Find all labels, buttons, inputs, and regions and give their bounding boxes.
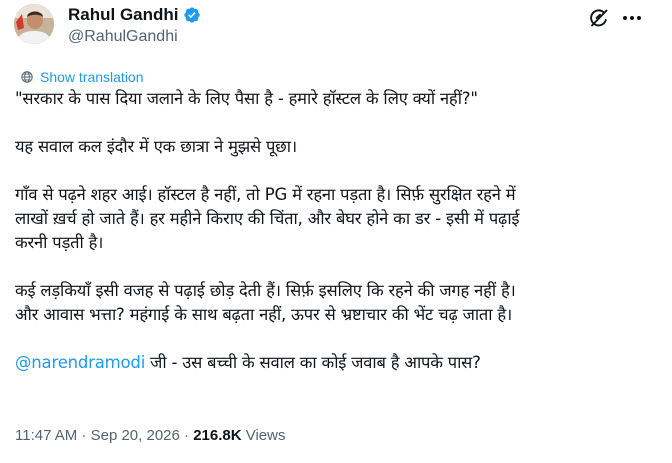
tweet-line-8-text: जी - उस बच्ची के सवाल का कोई जवाब है आपक… — [145, 353, 481, 372]
tweet-line-4: लाखों ख़र्च हो जाते हैं। हर महीने किराए … — [15, 209, 520, 228]
meta-separator: · — [179, 427, 194, 444]
tweet-line-7: और आवास भत्ता? महंगाई के साथ बढ़ता नहीं,… — [15, 305, 513, 324]
tweet-line-6: कई लड़कियाँ इसी वजह से पढ़ाई छोड़ देती ह… — [15, 281, 516, 300]
verified-badge-icon[interactable] — [183, 6, 201, 24]
tweet-line-2: यह सवाल कल इंदौर में एक छात्रा ने मुझसे … — [15, 137, 297, 156]
more-options-icon[interactable] — [620, 6, 644, 30]
show-translation-label: Show translation — [40, 69, 144, 85]
views-count: 216.8K — [193, 427, 242, 444]
meta-separator: · — [77, 427, 91, 444]
mention-link[interactable]: @narendramodi — [15, 353, 145, 372]
views-label: Views — [241, 427, 286, 444]
author-name-row: Rahul Gandhi — [68, 5, 201, 25]
tweet-line-3: गाँव से पढ़ने शहर आई। हॉस्टल है नहीं, तो… — [15, 185, 516, 204]
tweet-time[interactable]: 11:47 AM — [15, 427, 77, 444]
grok-icon[interactable] — [587, 6, 611, 30]
tweet-line-8: @narendramodi जी - उस बच्ची के सवाल का क… — [15, 351, 655, 375]
tweet-date[interactable]: Sep 20, 2026 — [91, 427, 180, 444]
avatar[interactable] — [14, 4, 54, 44]
show-translation-link[interactable]: Show translation — [20, 69, 144, 85]
tweet-meta: 11:47 AM · Sep 20, 2026 · 216.8K Views — [15, 427, 286, 444]
tweet-line-5: करनी पड़ती है। — [15, 233, 104, 252]
tweet-text: "सरकार के पास दिया जलाने के लिए पैसा है … — [15, 87, 655, 375]
author-display-name[interactable]: Rahul Gandhi — [68, 5, 179, 25]
tweet-card: Rahul Gandhi @RahulGandhi Show translati… — [0, 0, 672, 463]
globe-icon — [21, 71, 33, 83]
tweet-line-1: "सरकार के पास दिया जलाने के लिए पैसा है … — [15, 89, 478, 108]
author-handle[interactable]: @RahulGandhi — [68, 28, 178, 46]
